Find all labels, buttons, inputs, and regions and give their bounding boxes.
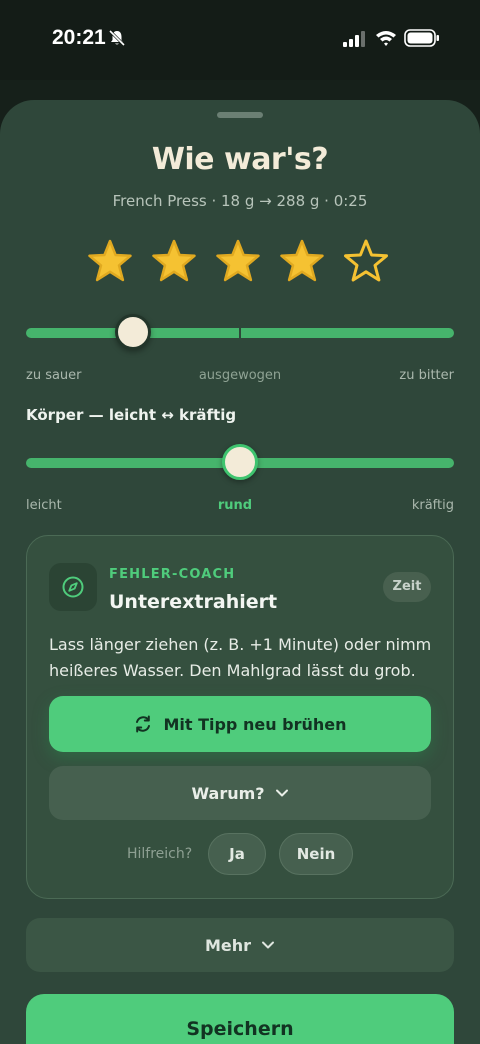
star-rating[interactable]: [86, 238, 396, 288]
body-section-label: Körper — leicht ↔ kräftig: [26, 406, 237, 424]
star-filled-icon[interactable]: [278, 238, 326, 286]
brew-summary: French Press · 18 g → 288 g · 0:25: [112, 192, 368, 210]
status-time: 20:21: [52, 26, 106, 49]
rebrew-with-tip-button[interactable]: Mit Tipp neu brühen: [49, 696, 431, 752]
signal-icon: [343, 31, 365, 47]
body-slider-thumb[interactable]: [222, 444, 258, 480]
helpful-feedback-row: Hilfreich? Ja Nein: [27, 833, 455, 877]
coach-overline: FEHLER-COACH: [109, 567, 236, 582]
body-slider[interactable]: [26, 444, 454, 480]
more-options-button[interactable]: Mehr: [26, 918, 454, 972]
page-title: Wie war's?: [151, 142, 329, 177]
more-button-label: Mehr: [204, 935, 252, 955]
star-filled-icon[interactable]: [86, 238, 134, 286]
body-label-round: rund: [217, 498, 253, 513]
bell-slash-icon: [108, 29, 126, 47]
battery-icon: [404, 29, 439, 47]
status-bar: 20:21: [0, 0, 480, 80]
coach-icon-box: [49, 563, 97, 611]
helpful-yes-button[interactable]: Ja: [208, 833, 266, 875]
rebrew-button-label: Mit Tipp neu brühen: [163, 714, 347, 734]
sheet-drag-handle[interactable]: [217, 112, 263, 118]
helpful-no-button[interactable]: Nein: [279, 833, 353, 875]
taste-slider-thumb[interactable]: [115, 314, 151, 350]
helpful-label: Hilfreich?: [127, 846, 193, 862]
star-filled-icon[interactable]: [150, 238, 198, 286]
why-expand-button[interactable]: Warum?: [49, 766, 431, 820]
slider-center-mark: [239, 326, 241, 340]
star-filled-icon[interactable]: [214, 238, 262, 286]
save-button[interactable]: Speichern: [26, 994, 454, 1044]
taste-slider[interactable]: [26, 314, 454, 350]
chevron-down-icon: [275, 789, 288, 797]
body-label-strong: kräftig: [411, 498, 454, 513]
coach-advice-text: Lass länger ziehen (z. B. +1 Minute) ode…: [49, 635, 432, 680]
compass-icon: [62, 576, 84, 598]
error-coach-card: FEHLER-COACH Unterextrahiert Zeit Lass l…: [26, 535, 454, 899]
why-button-label: Warum?: [191, 783, 265, 803]
coach-category-chip: Zeit: [383, 572, 431, 602]
coach-title: Unterextrahiert: [109, 591, 278, 613]
rating-sheet: Wie war's? French Press · 18 g → 288 g ·…: [0, 100, 480, 1044]
wifi-icon: [376, 31, 396, 46]
star-empty-icon[interactable]: [342, 238, 390, 286]
refresh-icon: [136, 715, 151, 733]
taste-label-bitter: zu bitter: [399, 368, 454, 383]
chevron-down-icon: [262, 941, 275, 949]
